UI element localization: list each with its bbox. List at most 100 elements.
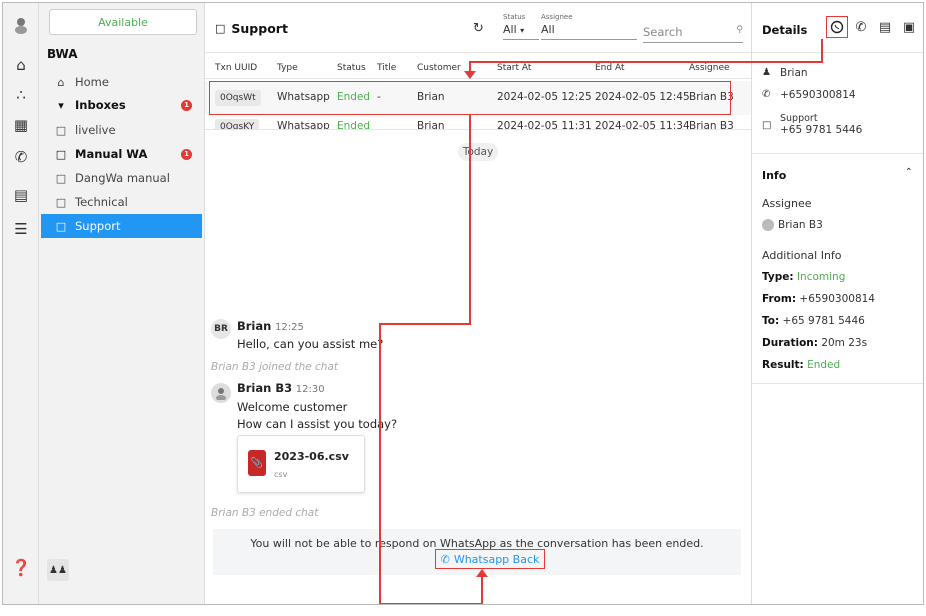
column-header[interactable]: End At bbox=[595, 63, 625, 73]
avatar bbox=[762, 219, 774, 231]
file-attachment[interactable]: 📎 2023-06.csv csv bbox=[237, 435, 365, 493]
whatsapp-back-button[interactable]: ✆ Whatsapp Back bbox=[435, 549, 545, 569]
annotation-line bbox=[379, 323, 381, 604]
main-panel: □ Support ↻ Status All ▾ Assignee All Se… bbox=[205, 3, 751, 604]
search-icon: ⚲ bbox=[736, 25, 743, 35]
txn-uuid: 0OqsKY bbox=[215, 119, 260, 129]
details-panel: Details ✆ ▤ ▣ ♟ Brian ✆ +6590300814 □ Su… bbox=[751, 3, 923, 604]
field-label: Result: bbox=[762, 359, 804, 371]
contacts-icon[interactable]: ▤ bbox=[11, 185, 31, 205]
column-header[interactable]: Start At bbox=[497, 63, 531, 73]
attachment-icon: 📎 bbox=[248, 450, 266, 476]
message-text: Welcome customer bbox=[237, 400, 348, 414]
nav-item-label: Home bbox=[75, 75, 109, 89]
row-type: Whatsapp bbox=[277, 120, 330, 129]
team-icon[interactable]: ∴ bbox=[11, 85, 31, 105]
additional-info-label: Additional Info bbox=[762, 249, 842, 262]
app-window: ⌂ ∴ ▦ ✆ ▤ ☰ ❓ Available BWA ⌂ Home ▾ Inb… bbox=[2, 2, 924, 605]
filter-label: Status bbox=[503, 13, 526, 21]
chevron-up-icon[interactable]: ⌃ bbox=[905, 167, 913, 178]
column-header[interactable]: Txn UUID bbox=[215, 63, 257, 73]
type-row: Type: Incoming bbox=[762, 271, 845, 283]
list-icon[interactable]: ☰ bbox=[11, 219, 31, 239]
column-header[interactable]: Assignee bbox=[689, 63, 730, 73]
annotation-line bbox=[469, 61, 823, 63]
row-highlight bbox=[209, 81, 731, 115]
nav-item-manual-wa[interactable]: □ Manual WA 1 bbox=[53, 143, 196, 165]
message-time: 12:30 bbox=[295, 384, 325, 395]
message-text: Hello, can you assist me? bbox=[237, 337, 384, 351]
notes-tab-icon[interactable]: ▤ bbox=[876, 18, 894, 36]
assignee-label: Assignee bbox=[762, 197, 812, 210]
inbox-icon: □ bbox=[55, 171, 67, 185]
inbox-icon: □ bbox=[55, 219, 67, 233]
button-label: Whatsapp Back bbox=[453, 552, 540, 566]
field-label: Type: bbox=[762, 271, 794, 283]
search-input[interactable]: Search ⚲ bbox=[643, 25, 743, 43]
dashboard-icon[interactable]: ▦ bbox=[11, 115, 31, 135]
customer-phone: +6590300814 bbox=[780, 89, 856, 101]
inbox-icon: □ bbox=[762, 120, 772, 131]
inbox-icon: □ bbox=[55, 147, 67, 161]
inbox-icon: □ bbox=[55, 123, 67, 137]
column-header[interactable]: Customer bbox=[417, 63, 461, 73]
sender-name: Brian bbox=[237, 319, 272, 333]
column-header[interactable]: Title bbox=[377, 63, 396, 73]
details-header: Details ✆ ▤ ▣ bbox=[752, 3, 923, 53]
message-meta: Brian 12:25 bbox=[237, 319, 304, 333]
org-name: BWA bbox=[47, 47, 78, 61]
nav-item-support[interactable]: □ Support bbox=[41, 214, 202, 238]
logo-icon bbox=[11, 15, 31, 35]
annotation-line bbox=[469, 115, 471, 325]
icon-rail: ⌂ ∴ ▦ ✆ ▤ ☰ ❓ bbox=[3, 3, 39, 604]
nav-item-label: Technical bbox=[75, 195, 128, 209]
system-message: Brian B3 joined the chat bbox=[211, 361, 339, 373]
info-section-title: Info bbox=[762, 169, 787, 182]
whatsapp-icon: ✆ bbox=[440, 552, 450, 566]
unread-badge: 1 bbox=[181, 99, 192, 111]
whatsapp-tab-icon[interactable] bbox=[826, 16, 848, 38]
contact-card-icon[interactable]: ▣ bbox=[900, 18, 918, 36]
person-icon: ♟ bbox=[762, 67, 771, 78]
annotation-line bbox=[481, 577, 483, 604]
nav-item-inboxes[interactable]: ▾ Inboxes 1 bbox=[53, 94, 196, 116]
nav-item-dangwa-manual[interactable]: □ DangWa manual bbox=[53, 167, 196, 189]
help-icon[interactable]: ❓ bbox=[11, 557, 31, 577]
status-filter[interactable]: Status All ▾ bbox=[503, 13, 539, 40]
column-header[interactable]: Status bbox=[337, 63, 366, 73]
inbox-name: Support bbox=[780, 113, 818, 124]
table-row[interactable]: 0OqsKY Whatsapp Ended Brian 2024-02-05 1… bbox=[205, 115, 751, 129]
nav-item-home[interactable]: ⌂ Home bbox=[53, 71, 196, 93]
team-button[interactable]: ♟♟ bbox=[47, 559, 69, 581]
refresh-icon[interactable]: ↻ bbox=[473, 21, 484, 36]
row-start: 2024-02-05 11:31 bbox=[497, 120, 592, 129]
file-name: 2023-06.csv bbox=[274, 450, 349, 463]
row-end: 2024-02-05 11:34 bbox=[595, 120, 690, 129]
phone-icon[interactable]: ✆ bbox=[11, 147, 31, 167]
result-row: Result: Ended bbox=[762, 359, 840, 371]
assignee-filter[interactable]: Assignee All bbox=[541, 13, 637, 40]
nav-panel: Available BWA ⌂ Home ▾ Inboxes 1 □ livel… bbox=[39, 3, 205, 604]
phone-tab-icon[interactable]: ✆ bbox=[852, 18, 870, 36]
inbox-icon: □ bbox=[55, 195, 67, 209]
status-selector[interactable]: Available bbox=[49, 9, 197, 35]
assignee-row: Brian B3 bbox=[762, 219, 823, 231]
home-icon: ⌂ bbox=[57, 75, 65, 89]
field-label: Duration: bbox=[762, 337, 818, 349]
avatar bbox=[211, 383, 231, 403]
duration-row: Duration: 20m 23s bbox=[762, 337, 867, 349]
nav-item-technical[interactable]: □ Technical bbox=[53, 191, 196, 213]
message-text: How can I assist you today? bbox=[237, 417, 398, 431]
inbox-phone: +65 9781 5446 bbox=[780, 124, 863, 136]
sender-name: Brian B3 bbox=[237, 381, 293, 395]
to-row: To: +65 9781 5446 bbox=[762, 315, 865, 327]
list-toolbar: □ Support ↻ Status All ▾ Assignee All Se… bbox=[205, 3, 751, 53]
message-meta: Brian B3 12:30 bbox=[237, 381, 325, 395]
nav-item-label: Manual WA bbox=[75, 147, 148, 161]
home-icon[interactable]: ⌂ bbox=[11, 55, 31, 75]
unread-badge: 1 bbox=[181, 148, 192, 160]
field-value: Incoming bbox=[796, 271, 846, 283]
inbox-icon: □ bbox=[215, 22, 226, 35]
nav-item-livelive[interactable]: □ livelive bbox=[53, 119, 196, 141]
column-header[interactable]: Type bbox=[277, 63, 298, 73]
